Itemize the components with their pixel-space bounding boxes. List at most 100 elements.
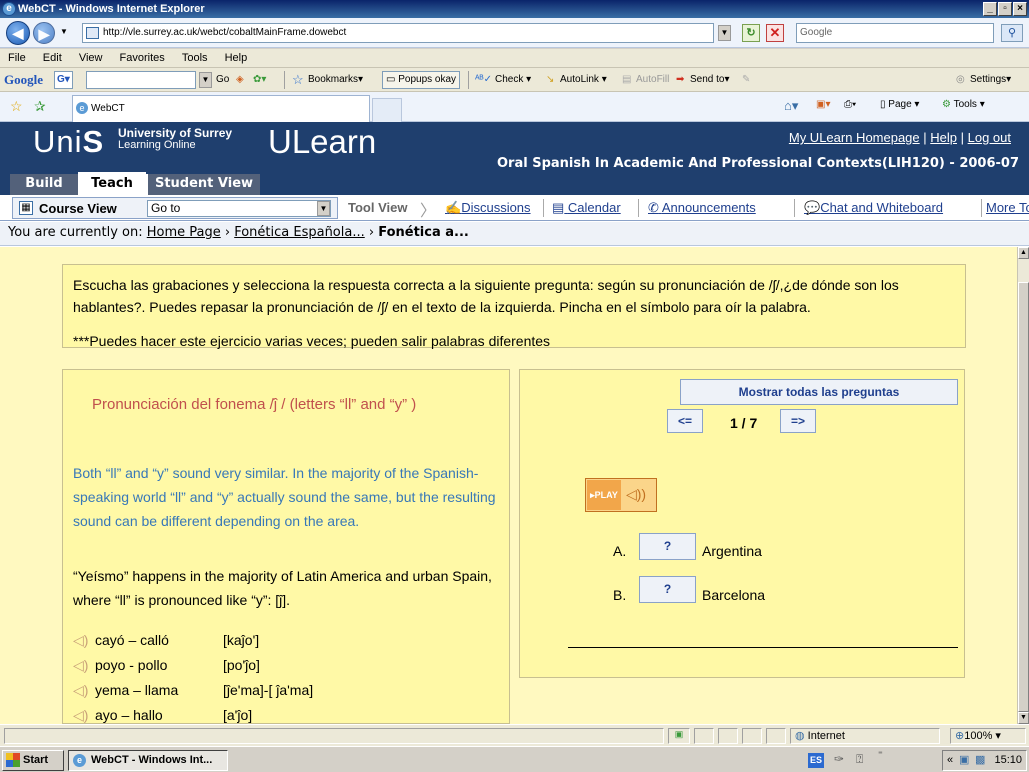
speaker-icon[interactable]: ◁) [73, 632, 95, 649]
bookmarks-star-icon: ☆ [292, 72, 304, 87]
next-question-button[interactable]: => [780, 409, 816, 433]
show-all-questions-button[interactable]: Mostrar todas las preguntas [680, 379, 958, 405]
new-tab-button[interactable] [372, 98, 402, 122]
page-content: UniS University of Surrey Learning Online… [0, 122, 1029, 724]
menu-file[interactable]: File [8, 52, 26, 64]
link-sep: | [919, 130, 931, 145]
autolink-icon: ↘ [546, 74, 555, 85]
scroll-down-icon[interactable]: ▼ [1018, 712, 1029, 724]
menu-view[interactable]: View [79, 52, 103, 64]
home-icon[interactable]: ⌂▾ [784, 98, 798, 114]
back-button[interactable]: ◀ [6, 21, 30, 45]
language-indicator[interactable]: ES [808, 753, 824, 768]
top-links: My ULearn Homepage | Help | Log out [789, 130, 1011, 145]
help-link[interactable]: Help [930, 130, 957, 145]
discussions-link[interactable]: ✍Discussions [445, 200, 531, 216]
more-tools-link[interactable]: More To [986, 200, 1029, 215]
speaker-icon[interactable]: ◁) [73, 682, 95, 699]
bookmarks-button[interactable]: Bookmarks▾ [308, 68, 363, 92]
address-bar[interactable]: http://vle.surrey.ac.uk/webct/cobaltMain… [82, 23, 714, 43]
history-dropdown-icon[interactable]: ▼ [60, 27, 68, 36]
word-row[interactable]: ◁) ayo – hallo [a'ĵo] [73, 707, 252, 724]
breadcrumb-home-link[interactable]: Home Page [147, 225, 221, 240]
goto-select[interactable]: Go to ▼ [147, 200, 331, 217]
favorites-star-icon[interactable]: ☆ [10, 98, 23, 115]
maximize-button[interactable]: ▫ [998, 2, 1012, 16]
menu-tools[interactable]: Tools [182, 52, 208, 64]
ie-tab-icon: e [76, 102, 88, 114]
close-button[interactable]: × [1013, 2, 1027, 16]
tab-student-view[interactable]: Student View [148, 174, 260, 195]
play-button[interactable]: ▸PLAY ◁)) [585, 478, 657, 512]
page-menu[interactable]: ▯ Page ▾ [880, 99, 919, 110]
breadcrumb-sep: › [220, 225, 235, 240]
search-icon[interactable]: ⚲ [1001, 24, 1023, 42]
autofill-icon: ▤ [622, 74, 632, 85]
answer-b-button[interactable]: ? [639, 576, 696, 603]
sendto-button[interactable]: Send to▾ [690, 68, 730, 92]
google-go-button[interactable]: Go [216, 68, 229, 92]
homepage-link[interactable]: My ULearn Homepage [789, 130, 920, 145]
breadcrumb: You are currently on: Home Page › Fonéti… [0, 222, 1029, 246]
popups-button[interactable]: ▭ Popups okay [382, 71, 461, 89]
google-search-box[interactable] [86, 71, 196, 89]
address-dropdown-icon[interactable]: ▼ [718, 25, 731, 41]
autolink-button[interactable]: AutoLink ▾ [560, 68, 607, 92]
google-dropdown-icon[interactable]: ▼ [199, 72, 212, 88]
monitor-icon[interactable]: ▩ [975, 751, 985, 770]
word-row[interactable]: ◁) yema – llama [ĵe'ma]-[ ĵa'ma] [73, 682, 313, 699]
google-options-icon[interactable]: ◈ [236, 68, 244, 92]
word-row[interactable]: ◁) poyo - pollo [po'ĵo] [73, 657, 260, 674]
speaker-icon[interactable]: ◁) [73, 657, 95, 674]
menu-favorites[interactable]: Favorites [120, 52, 165, 64]
calendar-link[interactable]: ▤ Calendar [552, 200, 621, 216]
tab-build[interactable]: Build [10, 174, 78, 195]
course-view-icon: ▦ [19, 201, 33, 215]
tool-view-label[interactable]: Tool View [348, 200, 407, 215]
check-button[interactable]: Check ▾ [495, 68, 531, 92]
google-news-icon[interactable]: ✿▾ [253, 68, 266, 92]
add-favorite-icon[interactable]: ✰ [34, 98, 46, 115]
scroll-up-icon[interactable]: ▲ [1018, 247, 1029, 259]
tools-menu-label: Tools ▾ [953, 99, 985, 110]
breadcrumb-fonetica-link[interactable]: Fonética Española... [234, 225, 365, 240]
word-text: poyo - pollo [95, 657, 168, 673]
input-tool-icon[interactable]: ✑ [834, 752, 844, 766]
minimize-button[interactable]: _ [983, 2, 997, 16]
highlight-icon[interactable]: ✎ [742, 68, 750, 92]
zoom-control[interactable]: ⊕100% ▾ [950, 728, 1026, 744]
start-button[interactable]: Start [2, 750, 64, 771]
vertical-scrollbar[interactable]: ▲ ▼ [1017, 247, 1029, 724]
course-view-box: ▦ Course View Go to ▼ [12, 197, 338, 219]
logout-link[interactable]: Log out [968, 130, 1011, 145]
forward-button[interactable]: ▶ [33, 22, 55, 44]
feeds-icon[interactable]: ▣▾ [816, 99, 830, 110]
browser-tab-webct[interactable]: e WebCT [72, 95, 370, 122]
settings-button[interactable]: Settings▾ [970, 68, 1011, 92]
options-icon[interactable]: ⁼ [878, 749, 883, 760]
tools-menu[interactable]: ⚙ Tools ▾ [942, 99, 985, 110]
tab-teach[interactable]: Teach [78, 172, 146, 195]
print-icon[interactable]: ⎙▾ [844, 99, 856, 110]
menu-edit[interactable]: Edit [43, 52, 62, 64]
help-icon[interactable]: ⍰ [856, 752, 863, 767]
menu-help[interactable]: Help [225, 52, 248, 64]
tray-expand-icon[interactable]: « [947, 751, 953, 770]
speaker-icon[interactable]: ◁) [73, 707, 95, 724]
scroll-thumb[interactable] [1018, 282, 1029, 712]
announcements-link[interactable]: ✆ Announcements [648, 200, 756, 216]
prev-question-button[interactable]: <= [667, 409, 703, 433]
refresh-icon[interactable]: ↻ [742, 24, 760, 42]
chat-whiteboard-link[interactable]: 💬Chat and Whiteboard [804, 200, 943, 216]
course-toolbar: ▦ Course View Go to ▼ Tool View 〉 ✍Discus… [0, 195, 1029, 221]
stop-icon[interactable]: ✕ [766, 24, 784, 42]
answer-a-button[interactable]: ? [639, 533, 696, 560]
network-icon[interactable]: ▣ [959, 751, 969, 770]
word-row[interactable]: ◁) cayó – calló [kaĵo'] [73, 632, 259, 649]
uos-line2: Learning Online [118, 139, 196, 151]
google-g-button[interactable]: G▾ [54, 71, 73, 89]
autofill-button[interactable]: AutoFill [636, 68, 669, 92]
search-input[interactable]: Google [796, 23, 994, 43]
taskbar-item-webct[interactable]: e WebCT - Windows Int... [68, 750, 228, 771]
option-letter: B. [613, 587, 627, 603]
